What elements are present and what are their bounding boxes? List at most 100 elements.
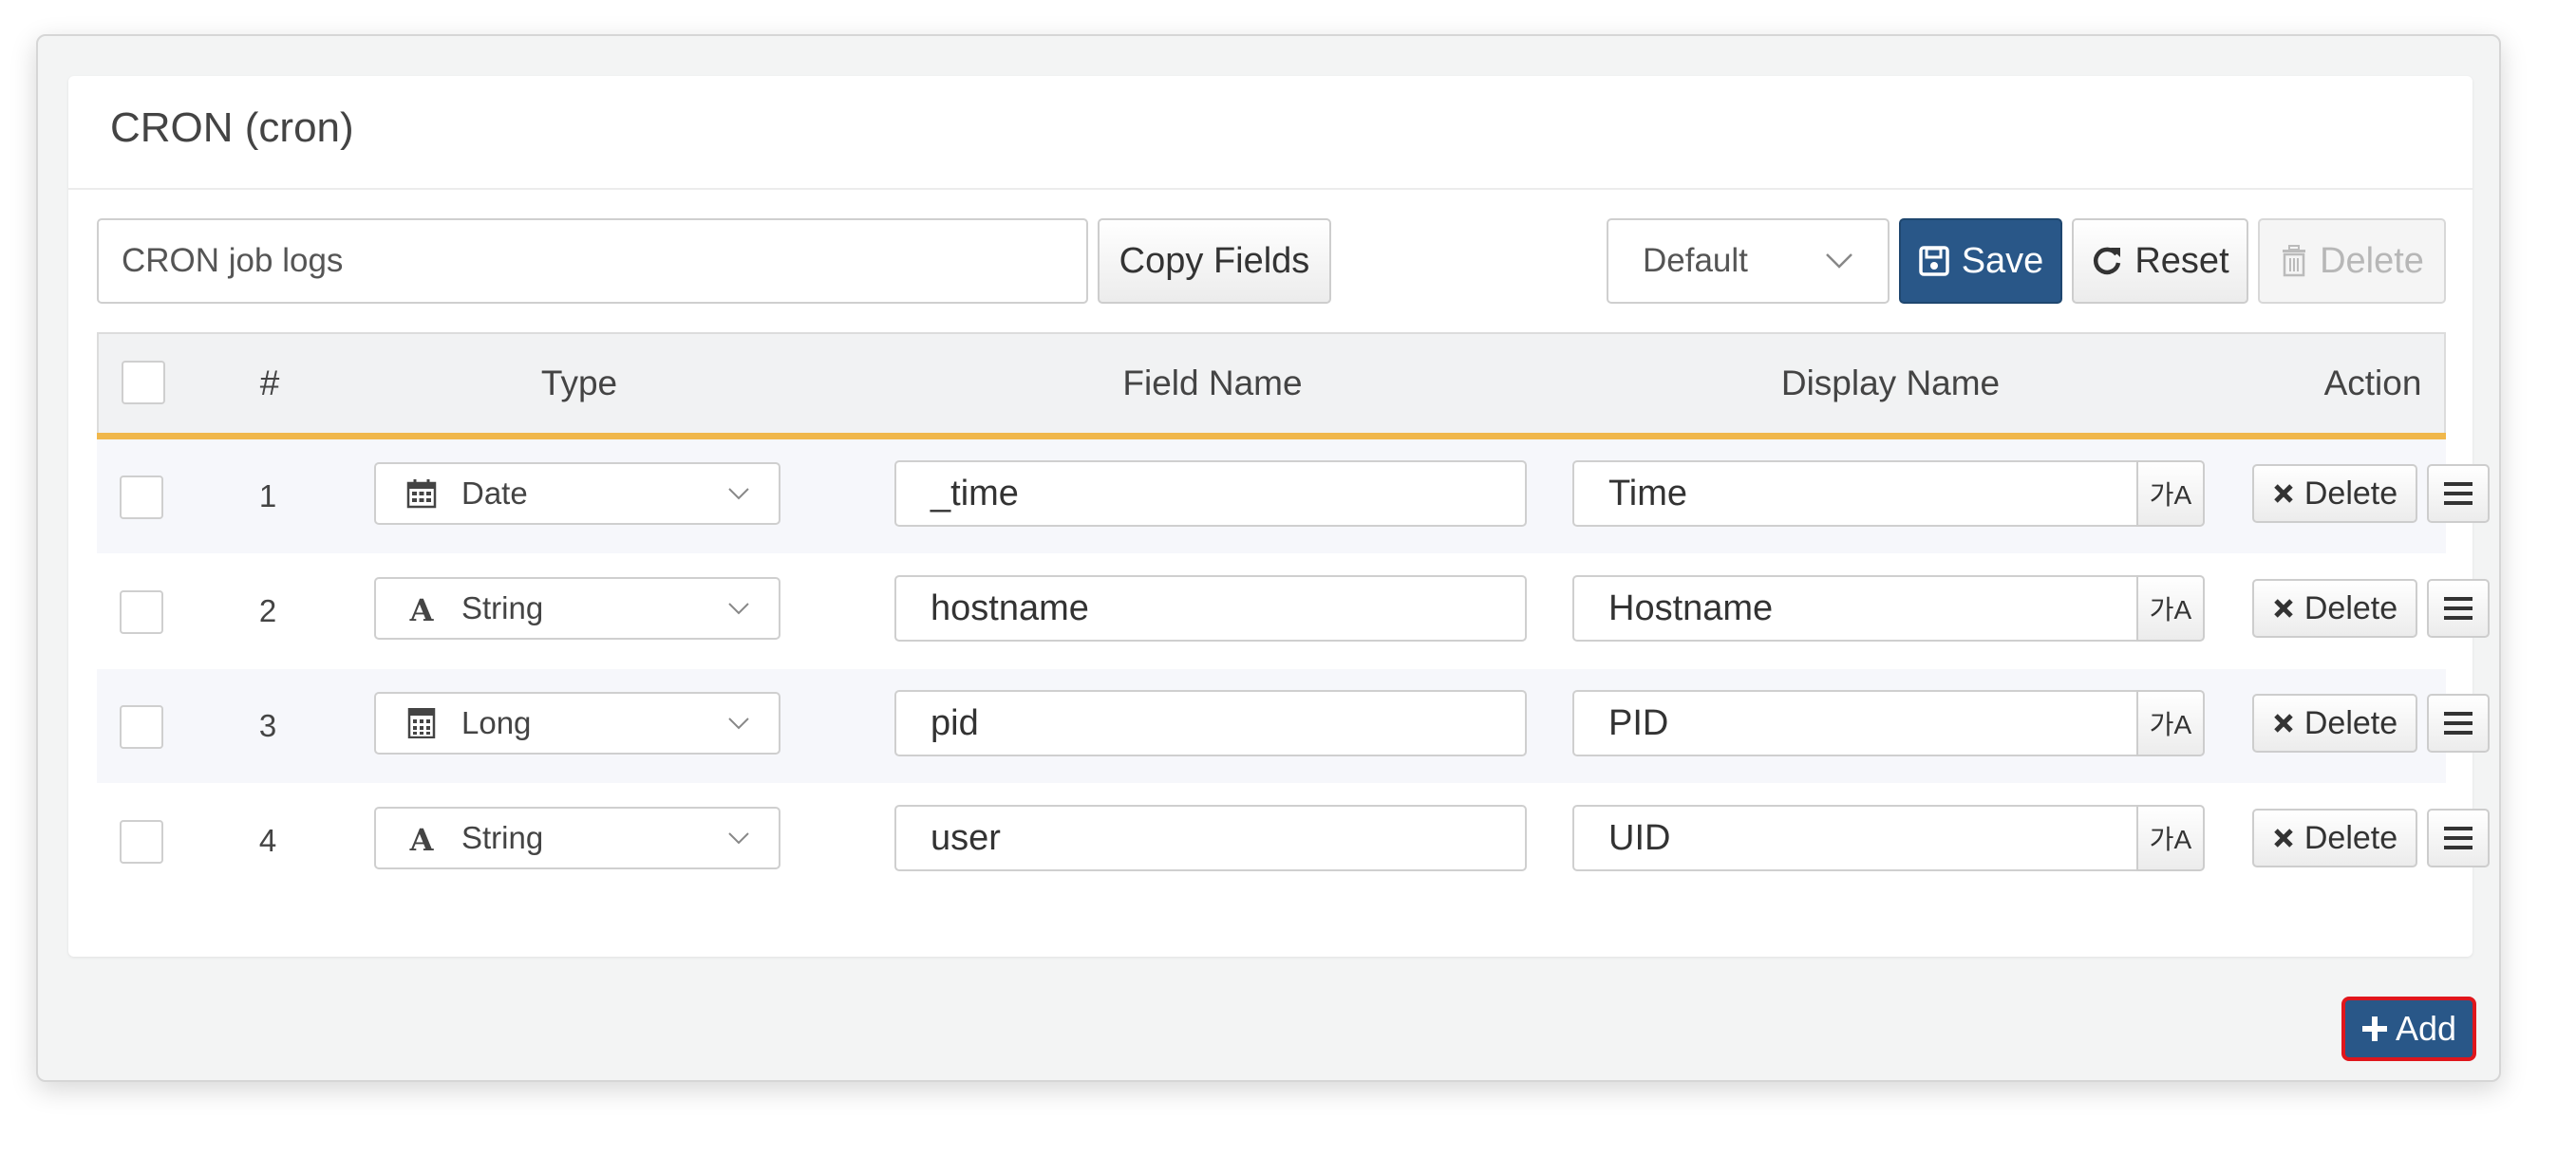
divider (68, 188, 2473, 190)
drag-handle-button[interactable] (2427, 809, 2490, 867)
copy-fields-button[interactable]: Copy Fields (1098, 218, 1331, 304)
translate-button[interactable]: 가A (2136, 460, 2205, 527)
translate-icon: 가A (2149, 825, 2192, 854)
table-row: 2 A String hostname Hostname 가A Delete (97, 554, 2490, 668)
trash-icon (2280, 245, 2308, 277)
reset-button[interactable]: Reset (2072, 218, 2248, 304)
type-select-value: String (461, 820, 544, 855)
bars-icon (2444, 481, 2473, 506)
save-icon (1918, 245, 1950, 277)
row-delete-label: Delete (2303, 819, 2398, 856)
display-name-value: PID (1608, 702, 1669, 743)
drag-handle-button[interactable] (2427, 694, 2490, 753)
refresh-icon (2091, 245, 2123, 277)
type-select[interactable]: Date (374, 462, 780, 525)
row-delete-button[interactable]: Delete (2252, 694, 2417, 753)
table-row: 3 Long pid PID 가A Delete (97, 669, 2490, 783)
delete-view-label: Delete (2320, 240, 2424, 281)
row-delete-button[interactable]: Delete (2252, 579, 2417, 638)
drag-handle-button[interactable] (2427, 464, 2490, 523)
font-icon: A (404, 823, 439, 853)
reset-label: Reset (2134, 240, 2229, 281)
row-number: 2 (258, 593, 277, 628)
calculator-icon (404, 708, 439, 738)
drag-handle-button[interactable] (2427, 579, 2490, 638)
display-name-input[interactable]: PID (1572, 690, 2138, 756)
close-icon (2272, 712, 2295, 735)
row-delete-label: Delete (2303, 589, 2398, 626)
bars-icon (2444, 596, 2473, 621)
row-delete-label: Delete (2303, 475, 2398, 512)
type-select-value: Long (461, 705, 532, 740)
view-select-value: Default (1643, 242, 1748, 279)
type-select-value: String (461, 590, 544, 625)
translate-icon: 가A (2149, 710, 2192, 739)
plus-icon (2361, 1016, 2388, 1042)
panel-title: CRON (cron) (110, 104, 354, 151)
display-name-value: Time (1608, 473, 1688, 513)
svg-text:A: A (409, 823, 435, 853)
table-row: 4 A String user UID 가A Delete (97, 784, 2490, 898)
bars-icon (2444, 711, 2473, 736)
field-name-input[interactable]: pid (894, 690, 1527, 756)
col-header-type: Type (540, 364, 618, 402)
row-number: 3 (258, 708, 277, 743)
font-icon: A (404, 593, 439, 624)
add-field-button[interactable]: Add (2341, 997, 2476, 1061)
row-delete-label: Delete (2303, 704, 2398, 741)
header-accent-bar (97, 433, 2446, 439)
close-icon (2272, 482, 2295, 505)
field-name-value: _time (931, 473, 1019, 513)
description-input[interactable]: CRON job logs (97, 218, 1088, 304)
display-name-value: UID (1608, 817, 1671, 858)
row-number: 1 (258, 478, 277, 513)
row-delete-button[interactable]: Delete (2252, 809, 2417, 867)
translate-icon: 가A (2149, 480, 2192, 510)
field-name-value: user (931, 817, 1001, 858)
field-name-input[interactable]: hostname (894, 575, 1527, 642)
row-checkbox[interactable] (120, 820, 163, 864)
col-header-action: Action (2323, 364, 2422, 402)
translate-button[interactable]: 가A (2136, 575, 2205, 642)
select-all-checkbox[interactable] (122, 361, 165, 404)
row-checkbox[interactable] (120, 475, 163, 519)
type-select[interactable]: A String (374, 577, 780, 640)
display-name-input[interactable]: Time (1572, 460, 2138, 527)
display-name-input[interactable]: UID (1572, 805, 2138, 871)
col-header-field-name: Field Name (1122, 364, 1303, 402)
chevron-down-icon (1825, 252, 1853, 270)
display-name-input[interactable]: Hostname (1572, 575, 2138, 642)
field-config-panel: CRON (cron) CRON job logs Copy Fields De… (68, 76, 2490, 957)
field-name-input[interactable]: user (894, 805, 1527, 871)
col-header-num: # (259, 364, 280, 402)
save-label: Save (1961, 240, 2044, 281)
table-header: # Type Field Name Display Name Action (97, 332, 2446, 433)
field-name-input[interactable]: _time (894, 460, 1527, 527)
field-name-value: hostname (931, 587, 1089, 628)
field-name-value: pid (931, 702, 979, 743)
delete-view-button[interactable]: Delete (2258, 218, 2446, 304)
bars-icon (2444, 826, 2473, 850)
chevron-down-icon (727, 717, 750, 730)
type-select[interactable]: A String (374, 807, 780, 869)
view-select[interactable]: Default (1607, 218, 1890, 304)
save-button[interactable]: Save (1899, 218, 2062, 304)
table-row: 1 Date _time Time 가A Delete (97, 439, 2490, 553)
row-delete-button[interactable]: Delete (2252, 464, 2417, 523)
translate-button[interactable]: 가A (2136, 690, 2205, 756)
close-icon (2272, 827, 2295, 849)
chevron-down-icon (727, 602, 750, 615)
col-header-display-name: Display Name (1780, 364, 2001, 402)
row-number: 4 (258, 823, 277, 858)
calendar-icon (404, 478, 439, 509)
translate-button[interactable]: 가A (2136, 805, 2205, 871)
chevron-down-icon (727, 831, 750, 845)
translate-icon: 가A (2149, 595, 2192, 625)
display-name-value: Hostname (1608, 587, 1774, 628)
row-checkbox[interactable] (120, 705, 163, 749)
row-checkbox[interactable] (120, 590, 163, 634)
chevron-down-icon (727, 487, 750, 500)
copy-fields-label: Copy Fields (1119, 240, 1310, 281)
description-input-value: CRON job logs (122, 242, 344, 279)
type-select[interactable]: Long (374, 692, 780, 755)
